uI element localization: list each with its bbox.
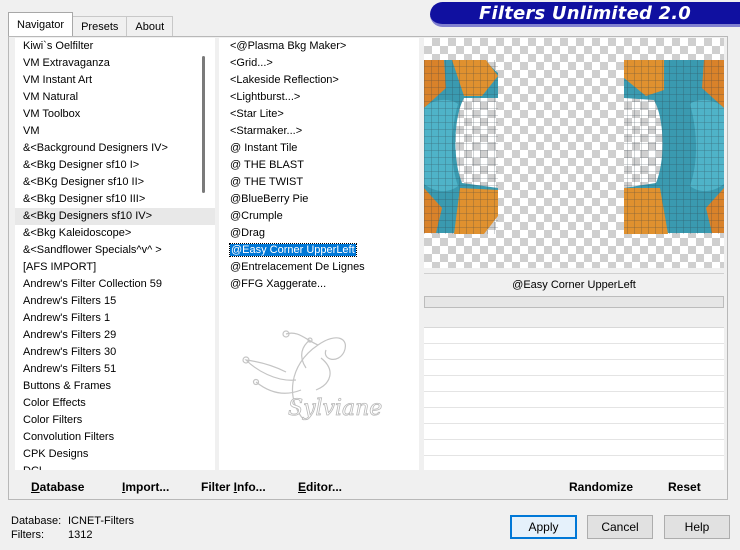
progress-bar xyxy=(424,296,724,308)
filter-item-label: @BlueBerry Pie xyxy=(230,193,309,205)
preview-artwork xyxy=(424,60,724,234)
category-item[interactable]: VM Toolbox xyxy=(15,106,215,123)
filter-item[interactable]: <Star Lite> xyxy=(219,106,419,123)
category-item[interactable]: &<Bkg Designer sf10 I> xyxy=(15,157,215,174)
filter-item[interactable]: @Drag xyxy=(219,225,419,242)
category-item[interactable]: VM Natural xyxy=(15,89,215,106)
category-item[interactable]: &<Bkg Kaleidoscope> xyxy=(15,225,215,242)
database-value: ICNET-Filters xyxy=(68,515,134,527)
apply-button[interactable]: Apply xyxy=(510,515,577,539)
filter-item-label: <Lightburst...> xyxy=(230,91,301,103)
parameter-slider-area xyxy=(424,308,724,470)
filter-item-label: <Grid...> xyxy=(230,57,273,69)
filter-item-label: @FFG Xaggerate... xyxy=(230,278,327,290)
filter-item-label: @ Instant Tile xyxy=(230,142,298,154)
category-scrollbar-thumb[interactable] xyxy=(202,56,205,193)
filter-item[interactable]: @ THE BLAST xyxy=(219,157,419,174)
filter-item[interactable]: @BlueBerry Pie xyxy=(219,191,419,208)
category-list[interactable]: Kiwi`s Oelfilter VM Extravaganza VM Instan… xyxy=(15,38,215,470)
category-item[interactable]: Andrew's Filters 30 xyxy=(15,344,215,361)
category-item[interactable]: [AFS IMPORT] xyxy=(15,259,215,276)
filter-item-label: <Star Lite> xyxy=(230,108,284,120)
filter-item-label: @Drag xyxy=(230,227,266,239)
tab-navigator[interactable]: Navigator xyxy=(8,12,74,36)
editor-button[interactable]: Editor... xyxy=(298,480,342,494)
category-item[interactable]: &<Bkg Designers sf10 IV> xyxy=(15,208,215,225)
category-item[interactable]: &<BKg Designer sf10 II> xyxy=(15,174,215,191)
watermark-text: Sylviane xyxy=(288,396,382,421)
filter-item[interactable]: <Starmaker...> xyxy=(219,123,419,140)
category-item[interactable]: CPK Designs xyxy=(15,446,215,463)
filter-item-label: <Lakeside Reflection> xyxy=(230,74,339,86)
watermark-signature: Sylviane xyxy=(242,330,383,421)
filter-item[interactable]: <@Plasma Bkg Maker> xyxy=(219,38,419,55)
status-database: Database: ICNET-Filters xyxy=(11,515,134,527)
filter-item[interactable]: @FFG Xaggerate... xyxy=(219,276,419,293)
filter-info-button[interactable]: Filter Info... xyxy=(201,480,266,494)
filter-item-label: @Easy Corner UpperLeft xyxy=(229,243,357,257)
help-button[interactable]: Help xyxy=(664,515,730,539)
category-item[interactable]: Color Effects xyxy=(15,395,215,412)
import-button[interactable]: Import... xyxy=(122,480,169,494)
category-item[interactable]: &<Bkg Designer sf10 III> xyxy=(15,191,215,208)
filter-item-label: <Starmaker...> xyxy=(230,125,303,137)
category-item[interactable]: VM Extravaganza xyxy=(15,55,215,72)
filter-item[interactable]: @Easy Corner UpperLeft xyxy=(219,242,419,259)
preview-image xyxy=(424,38,724,268)
category-item[interactable]: Andrew's Filters 15 xyxy=(15,293,215,310)
filter-item[interactable]: @ THE TWIST xyxy=(219,174,419,191)
status-filters: Filters: 1312 xyxy=(11,529,93,541)
filter-item[interactable]: @Entrelacement De Lignes xyxy=(219,259,419,276)
category-item[interactable]: VM Instant Art xyxy=(15,72,215,89)
category-item[interactable]: Convolution Filters xyxy=(15,429,215,446)
category-item[interactable]: Color Filters xyxy=(15,412,215,429)
category-item[interactable]: Andrew's Filters 1 xyxy=(15,310,215,327)
filter-item-label: @ THE TWIST xyxy=(230,176,304,188)
randomize-button[interactable]: Randomize xyxy=(569,480,633,494)
filter-item[interactable]: <Lightburst...> xyxy=(219,89,419,106)
filter-item[interactable]: @ Instant Tile xyxy=(219,140,419,157)
category-item[interactable]: Andrew's Filters 51 xyxy=(15,361,215,378)
filter-item-label: @ THE BLAST xyxy=(230,159,304,171)
filters-count: 1312 xyxy=(68,529,93,541)
category-item[interactable]: Kiwi`s Oelfilter xyxy=(15,38,215,55)
filter-item-label: <@Plasma Bkg Maker> xyxy=(230,40,347,52)
app-title: Filters Unlimited 2.0 xyxy=(478,2,692,24)
database-button[interactable]: Database xyxy=(31,480,84,494)
category-item[interactable]: DCL... xyxy=(15,463,215,470)
category-item[interactable]: Buttons & Frames xyxy=(15,378,215,395)
filter-item[interactable]: <Grid...> xyxy=(219,55,419,72)
category-item[interactable]: &<Background Designers IV> xyxy=(15,140,215,157)
reset-button[interactable]: Reset xyxy=(668,480,701,494)
tab-bar: Navigator Presets About xyxy=(8,12,174,36)
tab-presets[interactable]: Presets xyxy=(72,16,128,36)
filter-item[interactable]: <Lakeside Reflection> xyxy=(219,72,419,89)
category-item[interactable]: Andrew's Filter Collection 59 xyxy=(15,276,215,293)
filter-item[interactable]: @Crumple xyxy=(219,208,419,225)
title-banner: Filters Unlimited 2.0 xyxy=(430,2,740,27)
filter-item-label: @Crumple xyxy=(230,210,283,222)
category-item[interactable]: VM xyxy=(15,123,215,140)
selected-filter-label: @Easy Corner UpperLeft xyxy=(424,273,724,295)
cancel-button[interactable]: Cancel xyxy=(587,515,653,539)
tab-about[interactable]: About xyxy=(126,16,174,36)
filter-item-label: @Entrelacement De Lignes xyxy=(230,261,365,273)
category-item[interactable]: &<Sandflower Specials^v^ > xyxy=(15,242,215,259)
category-item[interactable]: Andrew's Filters 29 xyxy=(15,327,215,344)
